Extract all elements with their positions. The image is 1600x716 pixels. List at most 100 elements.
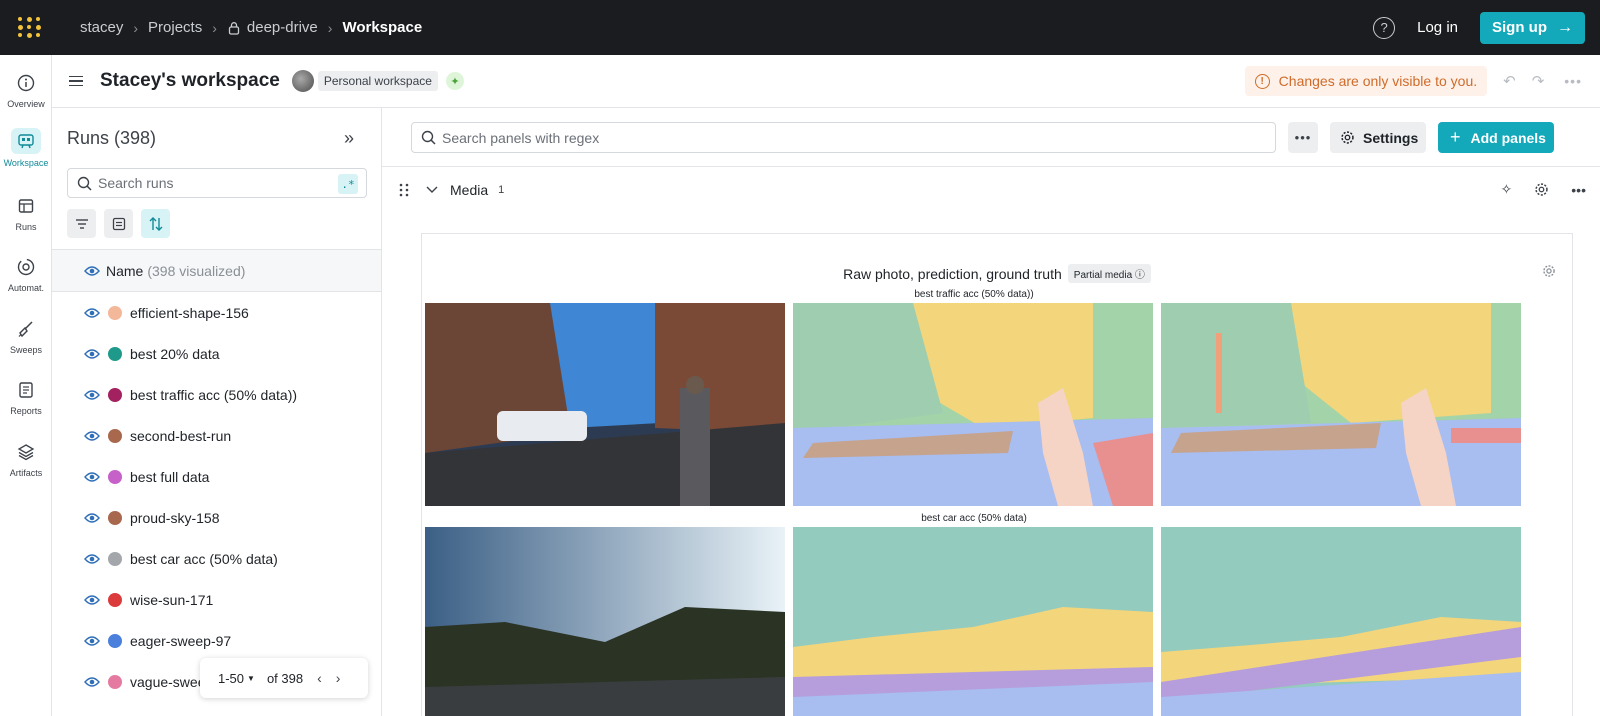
filter-icon bbox=[75, 218, 88, 229]
group-button[interactable] bbox=[104, 209, 133, 238]
run-color-dot[interactable] bbox=[108, 346, 122, 361]
regex-toggle[interactable]: .* bbox=[338, 174, 358, 194]
run-row[interactable]: proud-sky-158 bbox=[52, 497, 381, 538]
gear-icon bbox=[1341, 131, 1354, 144]
filter-button[interactable] bbox=[67, 209, 96, 238]
run-row[interactable]: best 20% data bbox=[52, 333, 381, 374]
more-options-button[interactable]: ••• bbox=[1288, 122, 1318, 153]
menu-icon[interactable] bbox=[69, 73, 83, 90]
media-section-header[interactable]: Media 1 ✧ ••• bbox=[382, 167, 1600, 213]
run-color-dot[interactable] bbox=[108, 469, 122, 484]
notice-text: Changes are only visible to you. bbox=[1278, 73, 1478, 89]
next-page-icon[interactable]: › bbox=[336, 670, 341, 686]
run-color-dot[interactable] bbox=[108, 428, 122, 443]
raw-photo-street[interactable] bbox=[425, 303, 785, 506]
help-icon[interactable]: ? bbox=[1373, 16, 1396, 39]
eye-icon[interactable] bbox=[84, 635, 100, 647]
run-name[interactable]: best car acc (50% data) bbox=[130, 551, 278, 567]
search-panels-input[interactable] bbox=[442, 129, 1242, 146]
run-name[interactable]: best traffic acc (50% data)) bbox=[130, 387, 297, 403]
rail-item-overview[interactable]: Overview bbox=[0, 71, 52, 109]
run-row[interactable]: eager-sweep-97 bbox=[52, 620, 381, 661]
run-color-dot[interactable] bbox=[108, 674, 122, 689]
gear-icon[interactable] bbox=[1534, 182, 1549, 197]
run-color-dot[interactable] bbox=[108, 387, 122, 402]
run-name[interactable]: wise-sun-171 bbox=[130, 592, 213, 608]
eye-icon[interactable] bbox=[84, 430, 100, 442]
eye-icon[interactable] bbox=[84, 265, 100, 277]
wandb-logo-icon[interactable] bbox=[18, 14, 46, 42]
page-range-select[interactable]: 1-50 bbox=[218, 671, 244, 686]
run-name[interactable]: proud-sky-158 bbox=[130, 510, 220, 526]
raw-photo-highway[interactable] bbox=[425, 527, 785, 716]
run-name[interactable]: best full data bbox=[130, 469, 209, 485]
run-color-dot[interactable] bbox=[108, 510, 122, 525]
visibility-notice: ! Changes are only visible to you. bbox=[1244, 66, 1488, 96]
breadcrumb-projects[interactable]: Projects bbox=[148, 19, 202, 36]
add-panels-button[interactable]: + Add panels bbox=[1438, 122, 1554, 153]
signup-button[interactable]: Sign up → bbox=[1480, 11, 1585, 44]
panel-title: Raw photo, prediction, ground truth bbox=[843, 266, 1062, 282]
more-icon[interactable]: ••• bbox=[1571, 182, 1586, 198]
run-color-dot[interactable] bbox=[108, 592, 122, 607]
rail-label: Artifacts bbox=[9, 468, 43, 478]
run-name[interactable]: eager-sweep-97 bbox=[130, 633, 231, 649]
rail-item-reports[interactable]: Reports bbox=[0, 378, 52, 416]
rail-item-workspace[interactable]: Workspace bbox=[0, 128, 52, 168]
chevron-down-icon[interactable] bbox=[426, 186, 438, 194]
eye-icon[interactable] bbox=[84, 348, 100, 360]
run-name[interactable]: best 20% data bbox=[130, 346, 220, 362]
rail-item-runs[interactable]: Runs bbox=[0, 194, 52, 232]
eye-icon[interactable] bbox=[84, 594, 100, 606]
run-row[interactable]: second-best-run bbox=[52, 415, 381, 456]
run-name[interactable]: vague-swee bbox=[130, 674, 206, 690]
name-column-header[interactable]: Name bbox=[106, 263, 143, 279]
run-color-dot[interactable] bbox=[108, 633, 122, 648]
run-color-dot[interactable] bbox=[108, 551, 122, 566]
rail-item-artifacts[interactable]: Artifacts bbox=[0, 440, 52, 478]
sparkle-icon[interactable]: ✦ bbox=[445, 72, 464, 90]
run-name[interactable]: efficient-shape-156 bbox=[130, 305, 249, 321]
undo-icon[interactable]: ↶ bbox=[1503, 72, 1516, 90]
panels-search bbox=[411, 122, 1276, 153]
prev-page-icon[interactable]: ‹ bbox=[317, 670, 322, 686]
eye-icon[interactable] bbox=[84, 512, 100, 524]
ground-truth-mask-highway[interactable] bbox=[1161, 527, 1521, 716]
ground-truth-mask-street[interactable] bbox=[1161, 303, 1521, 506]
prediction-mask-street[interactable] bbox=[793, 303, 1153, 506]
breadcrumb-project[interactable]: deep-drive bbox=[247, 19, 318, 36]
run-row[interactable]: wise-sun-171 bbox=[52, 579, 381, 620]
eye-icon[interactable] bbox=[84, 389, 100, 401]
redo-icon[interactable]: ↷ bbox=[1532, 72, 1545, 90]
partial-media-label: Partial media bbox=[1073, 270, 1133, 281]
report-icon bbox=[14, 378, 38, 402]
more-icon[interactable]: ••• bbox=[1564, 73, 1582, 89]
rail-item-sweeps[interactable]: Sweeps bbox=[0, 317, 52, 355]
eye-icon[interactable] bbox=[84, 307, 100, 319]
magic-wand-icon[interactable]: ✧ bbox=[1501, 181, 1513, 198]
run-row[interactable]: best full data bbox=[52, 456, 381, 497]
run-color-dot[interactable] bbox=[108, 305, 122, 320]
breadcrumb-user[interactable]: stacey bbox=[80, 19, 123, 36]
run-row[interactable]: best car acc (50% data) bbox=[52, 538, 381, 579]
run-row[interactable]: efficient-shape-156 bbox=[52, 292, 381, 333]
run-name[interactable]: second-best-run bbox=[130, 428, 231, 444]
run-row[interactable]: best traffic acc (50% data)) bbox=[52, 374, 381, 415]
eye-icon[interactable] bbox=[84, 471, 100, 483]
search-runs-input[interactable] bbox=[98, 175, 318, 191]
collapse-icon[interactable]: » bbox=[344, 128, 354, 149]
rail-item-automations[interactable]: Automat. bbox=[0, 255, 52, 293]
settings-button[interactable]: Settings bbox=[1330, 122, 1426, 153]
drag-handle-icon[interactable] bbox=[399, 183, 409, 197]
login-link[interactable]: Log in bbox=[1417, 19, 1458, 36]
eye-icon[interactable] bbox=[84, 676, 100, 688]
eye-icon[interactable] bbox=[84, 553, 100, 565]
partial-media-badge: Partial media ⓘ bbox=[1067, 264, 1151, 283]
panel-gear-icon[interactable] bbox=[1542, 264, 1556, 278]
search-icon bbox=[421, 130, 436, 145]
prediction-mask-highway[interactable] bbox=[793, 527, 1153, 716]
sort-button[interactable] bbox=[141, 209, 170, 238]
runs-table-header: Name (398 visualized) bbox=[52, 249, 381, 292]
info-icon bbox=[14, 71, 38, 95]
avatar[interactable] bbox=[291, 70, 314, 92]
